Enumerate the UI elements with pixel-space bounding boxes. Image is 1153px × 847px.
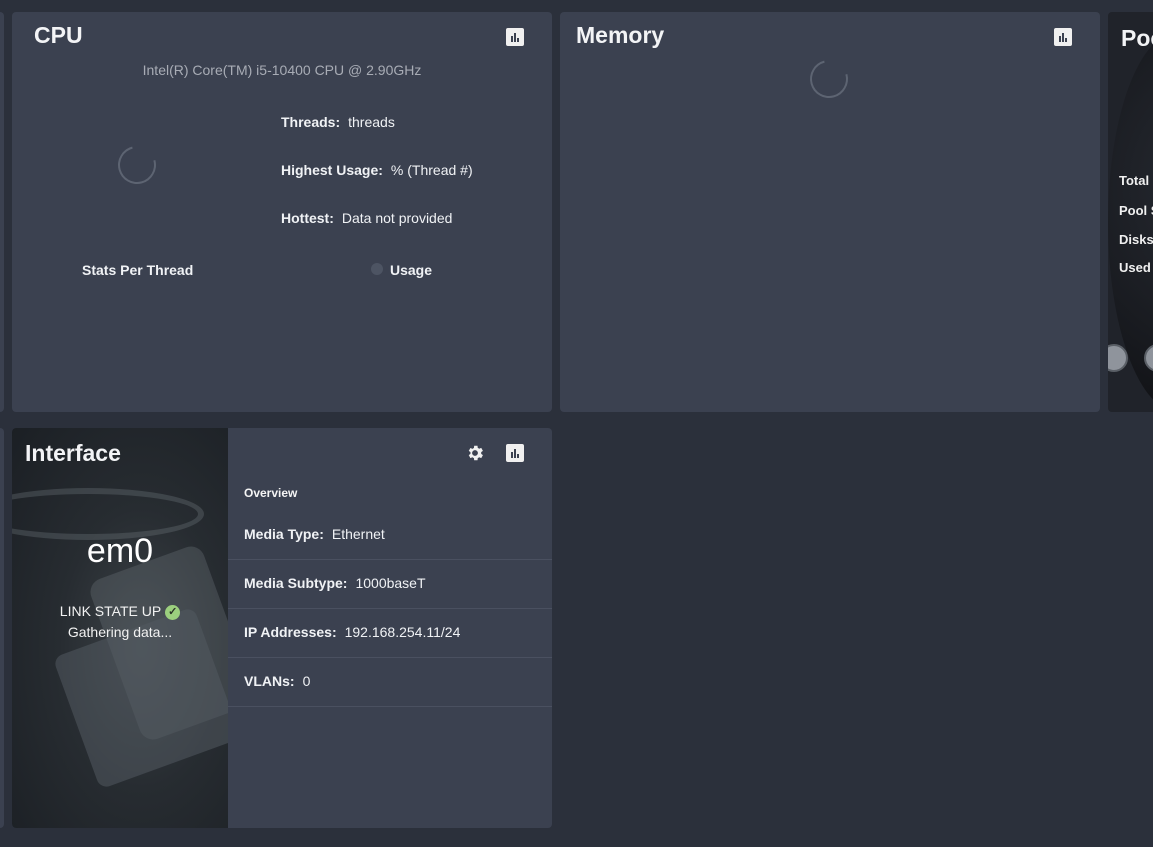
ip-addresses-value: 192.168.254.11/24 [344, 624, 461, 640]
hottest-value: Data not provided [341, 210, 453, 226]
pool-title: Poo [1121, 25, 1153, 51]
pool-widget: Poo Total Pool S Disks Used [1108, 12, 1153, 412]
media-subtype: Media Subtype: 1000baseT [244, 575, 426, 591]
left-card-edge [0, 428, 4, 828]
pool-used-label: Used [1119, 260, 1151, 275]
vlans-value: 0 [302, 673, 311, 689]
vlans-row: VLANs: 0 [228, 657, 552, 707]
vlans-label: VLANs: [244, 673, 295, 689]
overview-heading: Overview [244, 486, 298, 500]
interface-image-panel: Interface em0 LINK STATE UP ✓ Gathering d… [12, 428, 228, 828]
cpu-threads: Threads: threads [281, 114, 395, 130]
highest-usage-label: Highest Usage: [281, 162, 383, 178]
threads-label: Threads: [281, 114, 341, 130]
highest-usage-value: % (Thread #) [390, 162, 473, 178]
left-card-edge [0, 12, 4, 412]
stats-per-thread-label: Stats Per Thread [82, 262, 194, 278]
usage-legend-marker [371, 263, 383, 275]
ip-addresses-row: IP Addresses: 192.168.254.11/24 [228, 608, 552, 658]
memory-chart-button[interactable] [1054, 28, 1072, 46]
memory-title: Memory [576, 22, 665, 48]
cpu-highest-usage: Highest Usage: % (Thread #) [281, 162, 473, 178]
cpu-title: CPU [34, 22, 83, 48]
media-subtype-value: 1000baseT [355, 575, 426, 591]
media-type-row: Media Type: Ethernet [228, 510, 552, 560]
memory-widget: Memory [560, 12, 1100, 412]
cpu-model: Intel(R) Core(TM) i5-10400 CPU @ 2.90GHz [142, 62, 422, 78]
link-state-text: LINK STATE UP [59, 603, 162, 619]
link-state: LINK STATE UP ✓ [12, 603, 228, 620]
pool-disks-label: Disks [1119, 232, 1153, 247]
gear-icon[interactable] [465, 443, 485, 463]
cpu-hottest: Hottest: Data not provided [281, 210, 452, 226]
check-circle-icon: ✓ [165, 604, 181, 620]
loading-spinner [803, 53, 855, 105]
threads-value: threads [348, 114, 395, 130]
media-type-value: Ethernet [331, 526, 385, 542]
cpu-chart-button[interactable] [506, 28, 524, 46]
interface-name: em0 [86, 532, 154, 570]
interface-widget: Interface em0 LINK STATE UP ✓ Gathering d… [12, 428, 552, 828]
vlans: VLANs: 0 [244, 673, 310, 689]
pool-total-label: Total [1119, 173, 1150, 188]
media-type: Media Type: Ethernet [244, 526, 385, 542]
media-subtype-label: Media Subtype: [244, 575, 348, 591]
pool-status-label: Pool S [1119, 203, 1153, 218]
loading-spinner [111, 139, 163, 191]
cpu-widget: CPU Intel(R) Core(TM) i5-10400 CPU @ 2.9… [12, 12, 552, 412]
ip-addresses: IP Addresses: 192.168.254.11/24 [244, 624, 460, 640]
interface-status-text: Gathering data... [67, 624, 173, 640]
interface-title: Interface [25, 440, 121, 466]
interface-chart-button[interactable] [506, 444, 524, 462]
media-type-label: Media Type: [244, 526, 324, 542]
media-subtype-row: Media Subtype: 1000baseT [228, 559, 552, 609]
ip-addresses-label: IP Addresses: [244, 624, 337, 640]
hottest-label: Hottest: [281, 210, 334, 226]
usage-legend-label[interactable]: Usage [390, 262, 432, 278]
